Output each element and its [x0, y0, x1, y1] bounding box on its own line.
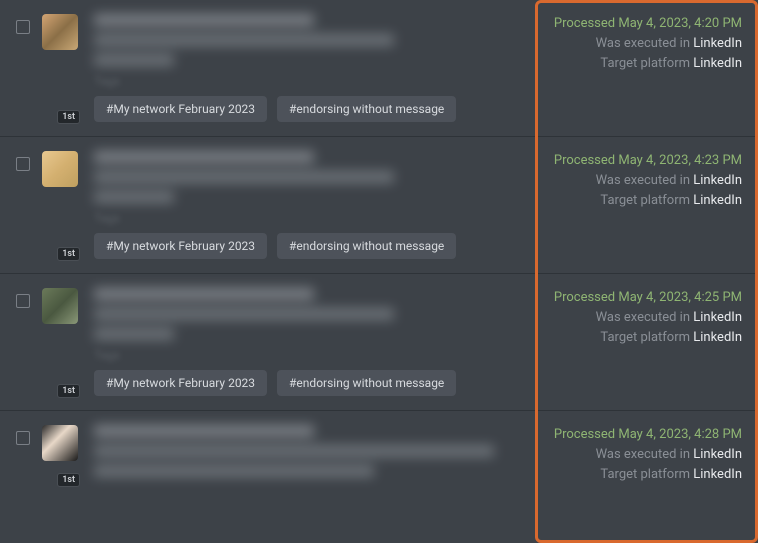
- row-checkbox[interactable]: [16, 431, 30, 445]
- target-platform: Target platform LinkedIn: [522, 54, 742, 74]
- row-checkbox[interactable]: [16, 20, 30, 34]
- avatar[interactable]: [42, 14, 78, 50]
- degree-badge: 1st: [57, 473, 80, 487]
- tag-chip[interactable]: #My network February 2023: [94, 96, 267, 122]
- avatar[interactable]: [42, 425, 78, 461]
- tags-label: Tags: [94, 74, 512, 88]
- row-checkbox[interactable]: [16, 294, 30, 308]
- executed-in: Was executed in LinkedIn: [522, 171, 742, 191]
- tag-chip[interactable]: #endorsing without message: [277, 96, 456, 122]
- row-meta: Processed May 4, 2023, 4:25 PM Was execu…: [512, 288, 742, 396]
- contact-list: 1st Tags #My network February 2023 #endo…: [0, 0, 758, 499]
- row-meta: Processed May 4, 2023, 4:20 PM Was execu…: [512, 14, 742, 122]
- table-row: 1st Tags #My network February 2023 #endo…: [0, 137, 758, 274]
- tags-label: Tags: [94, 211, 512, 225]
- degree-badge: 1st: [57, 110, 80, 124]
- row-checkbox[interactable]: [16, 157, 30, 171]
- blurred-contact-info: [94, 288, 512, 340]
- degree-badge: 1st: [57, 247, 80, 261]
- processed-time: Processed May 4, 2023, 4:23 PM: [522, 151, 742, 171]
- table-row: 1st Tags #My network February 2023 #endo…: [0, 0, 758, 137]
- degree-badge: 1st: [57, 384, 80, 398]
- avatar[interactable]: [42, 151, 78, 187]
- executed-in: Was executed in LinkedIn: [522, 34, 742, 54]
- blurred-contact-info: [94, 151, 512, 203]
- tag-chip[interactable]: #endorsing without message: [277, 233, 456, 259]
- tag-chip[interactable]: #endorsing without message: [277, 370, 456, 396]
- target-platform: Target platform LinkedIn: [522, 328, 742, 348]
- executed-in: Was executed in LinkedIn: [522, 308, 742, 328]
- row-meta: Processed May 4, 2023, 4:23 PM Was execu…: [512, 151, 742, 259]
- executed-in: Was executed in LinkedIn: [522, 445, 742, 465]
- tag-chip[interactable]: #My network February 2023: [94, 233, 267, 259]
- processed-time: Processed May 4, 2023, 4:28 PM: [522, 425, 742, 445]
- row-meta: Processed May 4, 2023, 4:28 PM Was execu…: [512, 425, 742, 485]
- processed-time: Processed May 4, 2023, 4:25 PM: [522, 288, 742, 308]
- blurred-contact-info: [94, 425, 512, 477]
- avatar[interactable]: [42, 288, 78, 324]
- blurred-contact-info: [94, 14, 512, 66]
- table-row: 1st Tags #My network February 2023 #endo…: [0, 274, 758, 411]
- tags-label: Tags: [94, 348, 512, 362]
- table-row: 1st Processed May 4, 2023, 4:28 PM Was e…: [0, 411, 758, 499]
- target-platform: Target platform LinkedIn: [522, 191, 742, 211]
- target-platform: Target platform LinkedIn: [522, 465, 742, 485]
- tag-chip[interactable]: #My network February 2023: [94, 370, 267, 396]
- processed-time: Processed May 4, 2023, 4:20 PM: [522, 14, 742, 34]
